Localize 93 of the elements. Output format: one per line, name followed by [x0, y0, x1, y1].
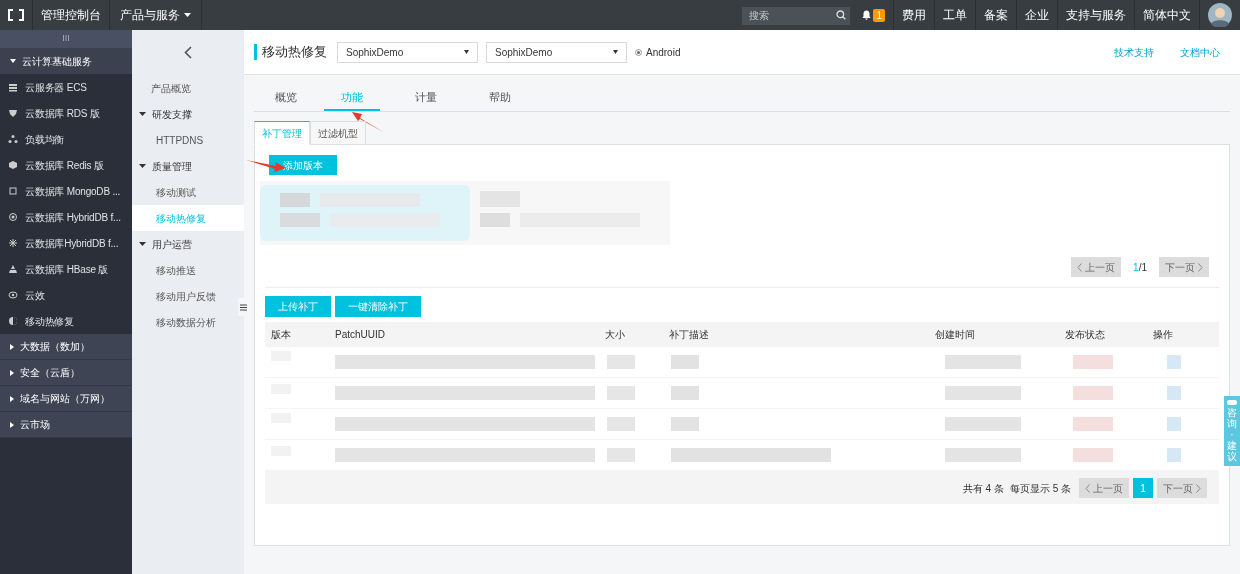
sidebar-group-label: 安全（云盾） [20, 366, 80, 380]
sidebar-item[interactable]: 云数据库 HBase 版 [0, 256, 132, 282]
next-page-button[interactable]: 下一页 [1157, 478, 1207, 498]
service-icon [8, 316, 18, 326]
bell-icon[interactable] [862, 10, 872, 20]
service-icon [8, 82, 18, 92]
page-title: 移动热修复 [262, 43, 327, 62]
service-icon [8, 160, 18, 170]
app-select[interactable]: SophixDemo [486, 41, 627, 63]
subnav-group[interactable]: 用户运营 [132, 231, 244, 257]
sidebar-item[interactable]: 云数据库 RDS 版 [0, 100, 132, 126]
caret-icon [613, 50, 618, 54]
sidebar-item[interactable]: 云数据库HybridDB f... [0, 230, 132, 256]
service-icon [8, 264, 18, 274]
chevron-left-icon [1077, 262, 1083, 272]
platform-radio[interactable]: Android [635, 44, 681, 60]
column-header: 版本 [271, 327, 292, 342]
sidebar-group-label: 云计算基础服务 [22, 54, 92, 69]
select-value: SophixDemo [346, 45, 404, 60]
sidebar-item[interactable]: 云数据库 Redis 版 [0, 152, 132, 178]
collapse-handle[interactable] [238, 298, 248, 316]
feedback-label: 咨询·建议 [1227, 407, 1237, 462]
sidebar-item[interactable]: 云数据库 HybridDB f... [0, 204, 132, 230]
select-value: SophixDemo [495, 45, 553, 60]
caret-icon [464, 50, 469, 54]
column-header: 创建时间 [935, 327, 976, 342]
sidebar-group-label: 大数据（数加） [20, 340, 90, 354]
caret-right-icon [10, 343, 14, 350]
service-icon [8, 134, 18, 144]
caret-right-icon [10, 421, 14, 428]
tab[interactable]: 概览 [266, 89, 306, 111]
service-icon [8, 186, 18, 196]
chevron-right-icon [1198, 262, 1203, 272]
prev-page-button[interactable]: 上一页 [1071, 257, 1122, 277]
sidebar-item[interactable]: 负载均衡 [0, 126, 132, 152]
caret-icon [184, 13, 191, 17]
caret-down-icon [10, 59, 16, 63]
service-icon [8, 108, 18, 118]
column-header: PatchUUID [335, 327, 386, 342]
page-indicator: 1/1 [1133, 260, 1147, 275]
sidebar-group[interactable]: 云市场 [0, 412, 132, 438]
sidebar-item[interactable]: 云数据库 MongoDB ... [0, 178, 132, 204]
back-icon[interactable] [184, 46, 192, 59]
next-page-button[interactable]: 下一页 [1159, 257, 1209, 277]
menu-icon [239, 303, 247, 311]
sidebar-group[interactable]: 大数据（数加） [0, 334, 132, 360]
prev-page-button[interactable]: 上一页 [1079, 478, 1129, 498]
service-icon [8, 212, 18, 222]
subnav-item[interactable]: HTTPDNS [132, 127, 244, 153]
avatar-icon[interactable] [1208, 3, 1232, 27]
column-header: 操作 [1153, 327, 1174, 342]
subnav-item[interactable]: 产品概览 [132, 75, 244, 101]
subnav-group[interactable]: 质量管理 [132, 153, 244, 179]
search-field[interactable]: 搜索 [742, 6, 851, 25]
subnav-item[interactable]: 移动数据分析 [132, 309, 244, 335]
sidebar-group[interactable]: 域名与网站（万网） [0, 386, 132, 412]
subtab[interactable]: 过滤机型 [310, 121, 366, 145]
search-icon[interactable] [836, 10, 847, 20]
subnav-item[interactable]: 移动用户反馈 [132, 283, 244, 309]
tab[interactable]: 计量 [398, 89, 454, 111]
caret-right-icon [10, 395, 14, 402]
caret-down-icon [139, 112, 146, 116]
tab[interactable]: 帮助 [472, 89, 528, 111]
subnav-item[interactable]: 移动推送 [132, 257, 244, 283]
column-header: 大小 [605, 327, 626, 342]
subnav-group-label: 用户运营 [152, 237, 192, 252]
caret-down-icon [139, 242, 146, 246]
chevron-right-icon [1196, 483, 1201, 493]
caret-down-icon [139, 164, 146, 168]
notification-badge: 1 [873, 8, 885, 22]
logo-icon[interactable] [8, 9, 24, 21]
subnav-group-label: 研发支撑 [152, 107, 192, 122]
chat-icon [1227, 400, 1237, 405]
service-icon [8, 238, 18, 248]
subnav-group[interactable]: 研发支撑 [132, 101, 244, 127]
sidebar-item[interactable]: 云效 [0, 282, 132, 308]
sidebar-group-label: 域名与网站（万网） [20, 392, 110, 406]
caret-right-icon [10, 369, 14, 376]
sidebar-toggle[interactable]: III [0, 30, 132, 48]
service-icon [8, 290, 18, 300]
app-select[interactable]: SophixDemo [337, 41, 478, 63]
sidebar-group[interactable]: 云计算基础服务 [0, 48, 132, 74]
chevron-left-icon [1085, 483, 1090, 493]
sidebar-item[interactable]: 移动热修复 [0, 308, 132, 334]
total-count: 共有 4 条 [962, 481, 1004, 496]
column-header: 发布状态 [1065, 327, 1106, 342]
subnav-group-label: 质量管理 [152, 159, 192, 174]
sidebar-group[interactable]: 安全（云盾） [0, 360, 132, 386]
sidebar-item[interactable]: 云服务器 ECS [0, 74, 132, 100]
sidebar-group-label: 云市场 [20, 418, 50, 432]
page-size: 每页显示 5 条 [1009, 481, 1071, 496]
subnav-item[interactable]: 移动测试 [132, 179, 244, 205]
column-header: 补丁描述 [669, 327, 710, 342]
